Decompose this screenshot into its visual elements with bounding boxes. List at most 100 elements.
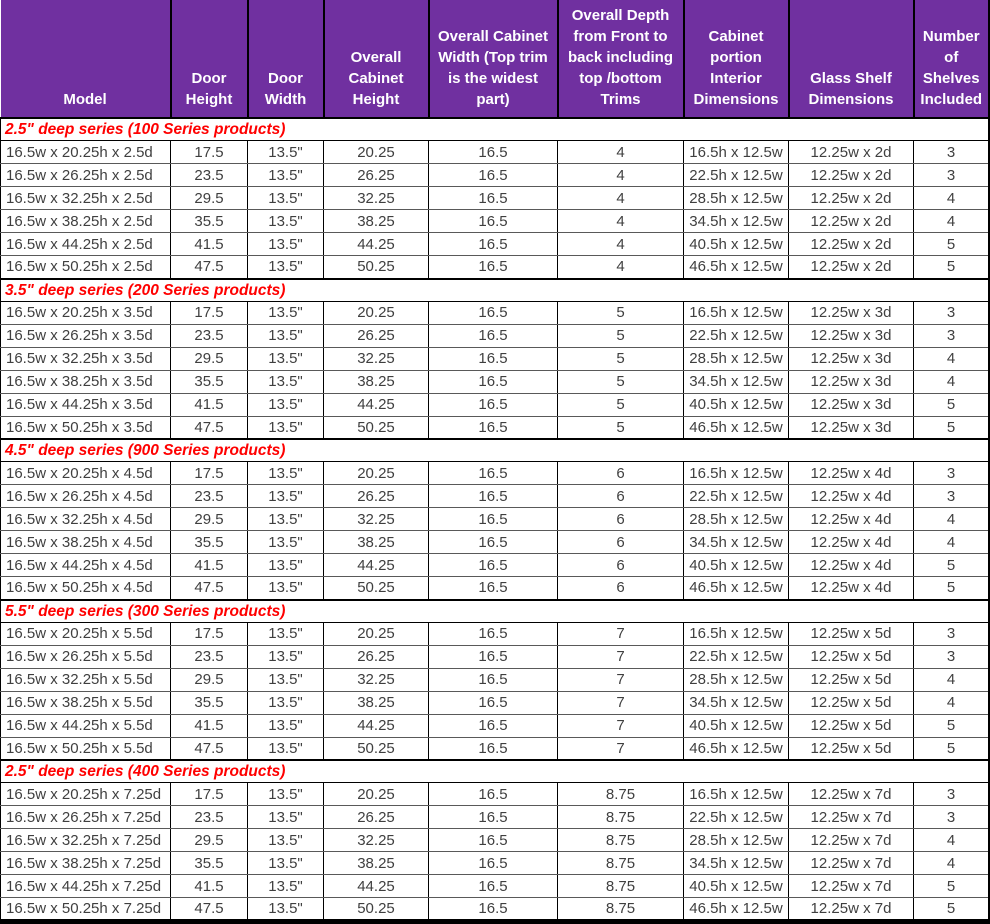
number-of-shelves-cell: 3 — [914, 141, 990, 164]
overall-cabinet-width-cell: 16.5 — [429, 233, 558, 256]
door-width-cell: 13.5" — [248, 370, 324, 393]
overall-depth-cell: 5 — [558, 324, 684, 347]
model-cell: 16.5w x 26.25h x 7.25d — [1, 806, 171, 829]
column-header-glass-shelf-dimensions: Glass Shelf Dimensions — [789, 0, 914, 118]
door-height-cell: 29.5 — [171, 187, 248, 210]
overall-cabinet-width-cell: 16.5 — [429, 714, 558, 737]
overall-cabinet-width-cell: 16.5 — [429, 531, 558, 554]
overall-depth-cell: 8.75 — [558, 829, 684, 852]
table-row: 16.5w x 26.25h x 5.5d23.513.5"26.2516.57… — [1, 645, 990, 668]
model-cell: 16.5w x 32.25h x 4.5d — [1, 508, 171, 531]
overall-cabinet-width-cell: 16.5 — [429, 806, 558, 829]
section-row: 4.5" deep series (900 Series products) — [1, 439, 990, 462]
door-height-cell: 41.5 — [171, 714, 248, 737]
cabinet-interior-dimensions-cell: 28.5h x 12.5w — [684, 347, 789, 370]
model-cell: 16.5w x 50.25h x 5.5d — [1, 737, 171, 760]
model-cell: 16.5w x 38.25h x 3.5d — [1, 370, 171, 393]
cabinet-interior-dimensions-cell: 16.5h x 12.5w — [684, 462, 789, 485]
glass-shelf-dimensions-cell: 12.25w x 5d — [789, 622, 914, 645]
cabinet-interior-dimensions-cell: 22.5h x 12.5w — [684, 806, 789, 829]
overall-cabinet-height-cell: 50.25 — [324, 416, 429, 439]
glass-shelf-dimensions-cell: 12.25w x 3d — [789, 393, 914, 416]
overall-cabinet-height-cell: 26.25 — [324, 485, 429, 508]
overall-depth-cell: 4 — [558, 187, 684, 210]
glass-shelf-dimensions-cell: 12.25w x 4d — [789, 531, 914, 554]
door-height-cell: 29.5 — [171, 508, 248, 531]
glass-shelf-dimensions-cell: 12.25w x 4d — [789, 508, 914, 531]
door-height-cell: 17.5 — [171, 783, 248, 806]
door-width-cell: 13.5" — [248, 554, 324, 577]
door-width-cell: 13.5" — [248, 141, 324, 164]
door-height-cell: 17.5 — [171, 622, 248, 645]
door-height-cell: 23.5 — [171, 645, 248, 668]
glass-shelf-dimensions-cell: 12.25w x 4d — [789, 554, 914, 577]
table-row: 16.5w x 20.25h x 5.5d17.513.5"20.2516.57… — [1, 622, 990, 645]
door-width-cell: 13.5" — [248, 691, 324, 714]
door-width-cell: 13.5" — [248, 416, 324, 439]
overall-depth-cell: 6 — [558, 531, 684, 554]
overall-cabinet-height-cell: 20.25 — [324, 141, 429, 164]
overall-cabinet-height-cell: 44.25 — [324, 875, 429, 898]
overall-cabinet-width-cell: 16.5 — [429, 164, 558, 187]
overall-cabinet-width-cell: 16.5 — [429, 210, 558, 233]
overall-cabinet-height-cell: 26.25 — [324, 324, 429, 347]
door-width-cell: 13.5" — [248, 462, 324, 485]
cabinet-interior-dimensions-cell: 46.5h x 12.5w — [684, 577, 789, 600]
cabinet-interior-dimensions-cell: 28.5h x 12.5w — [684, 829, 789, 852]
door-width-cell: 13.5" — [248, 668, 324, 691]
section-title: 5.5" deep series (300 Series products) — [1, 600, 990, 623]
overall-cabinet-width-cell: 16.5 — [429, 783, 558, 806]
table-body: 2.5" deep series (100 Series products) 16… — [1, 118, 990, 922]
model-cell: 16.5w x 32.25h x 3.5d — [1, 347, 171, 370]
door-width-cell: 13.5" — [248, 531, 324, 554]
door-height-cell: 17.5 — [171, 462, 248, 485]
overall-cabinet-height-cell: 44.25 — [324, 393, 429, 416]
cabinet-interior-dimensions-cell: 28.5h x 12.5w — [684, 668, 789, 691]
model-cell: 16.5w x 44.25h x 4.5d — [1, 554, 171, 577]
model-cell: 16.5w x 26.25h x 2.5d — [1, 164, 171, 187]
cabinet-interior-dimensions-cell: 34.5h x 12.5w — [684, 370, 789, 393]
table-header-row: ModelDoor HeightDoor WidthOverall Cabine… — [1, 0, 990, 118]
table-row: 16.5w x 20.25h x 7.25d17.513.5"20.2516.5… — [1, 783, 990, 806]
model-cell: 16.5w x 26.25h x 4.5d — [1, 485, 171, 508]
overall-depth-cell: 4 — [558, 233, 684, 256]
column-header-overall-cabinet-width: Overall Cabinet Width (Top trim is the w… — [429, 0, 558, 118]
number-of-shelves-cell: 4 — [914, 531, 990, 554]
number-of-shelves-cell: 4 — [914, 347, 990, 370]
overall-depth-cell: 8.75 — [558, 806, 684, 829]
number-of-shelves-cell: 5 — [914, 416, 990, 439]
overall-depth-cell: 7 — [558, 737, 684, 760]
table-row: 16.5w x 20.25h x 4.5d17.513.5"20.2516.56… — [1, 462, 990, 485]
overall-cabinet-width-cell: 16.5 — [429, 187, 558, 210]
table-row: 16.5w x 44.25h x 2.5d41.513.5"44.2516.54… — [1, 233, 990, 256]
section-title: 2.5" deep series (100 Series products) — [1, 118, 990, 141]
table-row: 16.5w x 26.25h x 2.5d23.513.5"26.2516.54… — [1, 164, 990, 187]
cabinet-interior-dimensions-cell: 40.5h x 12.5w — [684, 233, 789, 256]
number-of-shelves-cell: 4 — [914, 187, 990, 210]
glass-shelf-dimensions-cell: 12.25w x 2d — [789, 210, 914, 233]
cabinet-interior-dimensions-cell: 40.5h x 12.5w — [684, 875, 789, 898]
model-cell: 16.5w x 32.25h x 7.25d — [1, 829, 171, 852]
overall-cabinet-height-cell: 20.25 — [324, 783, 429, 806]
number-of-shelves-cell: 4 — [914, 668, 990, 691]
section-row: 3.5" deep series (200 Series products) — [1, 279, 990, 302]
overall-depth-cell: 4 — [558, 256, 684, 279]
overall-cabinet-height-cell: 38.25 — [324, 531, 429, 554]
overall-cabinet-width-cell: 16.5 — [429, 256, 558, 279]
overall-depth-cell: 5 — [558, 393, 684, 416]
door-height-cell: 35.5 — [171, 370, 248, 393]
door-height-cell: 23.5 — [171, 164, 248, 187]
table-row: 16.5w x 50.25h x 4.5d47.513.5"50.2516.56… — [1, 577, 990, 600]
door-height-cell: 41.5 — [171, 875, 248, 898]
table-row: 16.5w x 44.25h x 3.5d41.513.5"44.2516.55… — [1, 393, 990, 416]
glass-shelf-dimensions-cell: 12.25w x 5d — [789, 714, 914, 737]
overall-cabinet-height-cell: 38.25 — [324, 210, 429, 233]
glass-shelf-dimensions-cell: 12.25w x 3d — [789, 301, 914, 324]
table-row: 16.5w x 38.25h x 4.5d35.513.5"38.2516.56… — [1, 531, 990, 554]
number-of-shelves-cell: 5 — [914, 714, 990, 737]
overall-cabinet-height-cell: 50.25 — [324, 577, 429, 600]
glass-shelf-dimensions-cell: 12.25w x 2d — [789, 233, 914, 256]
cabinet-interior-dimensions-cell: 22.5h x 12.5w — [684, 164, 789, 187]
table-row: 16.5w x 44.25h x 4.5d41.513.5"44.2516.56… — [1, 554, 990, 577]
model-cell: 16.5w x 44.25h x 2.5d — [1, 233, 171, 256]
